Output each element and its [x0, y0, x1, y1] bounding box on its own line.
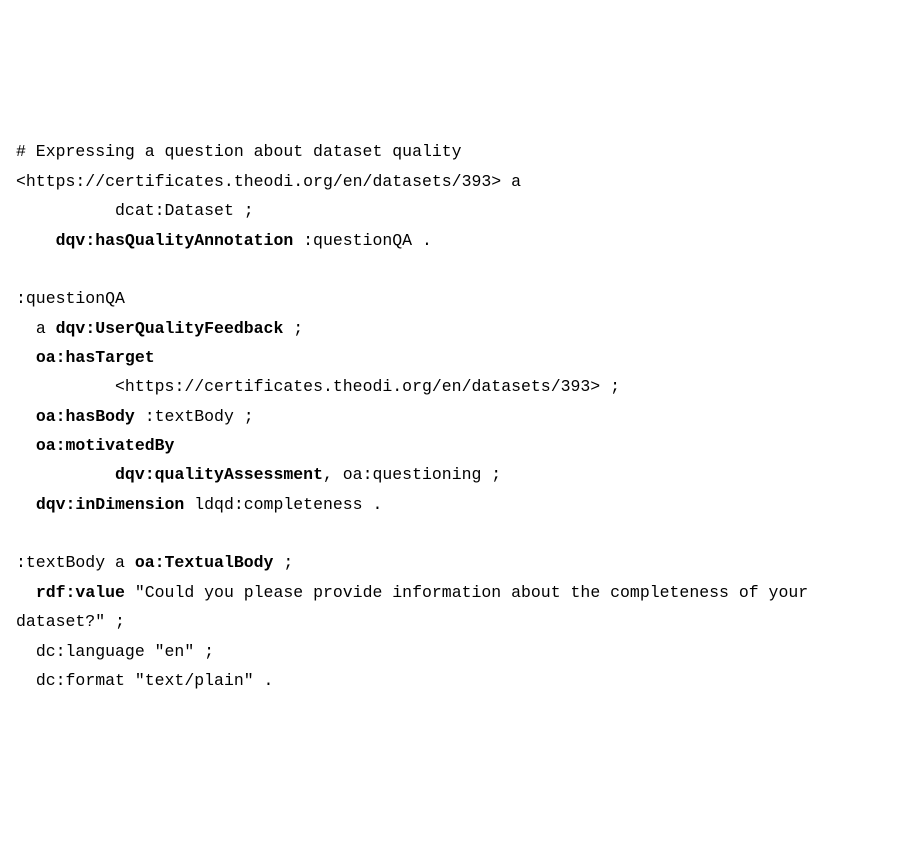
keyword-inDimension: dqv:inDimension — [36, 495, 185, 514]
keyword-hasQualityAnnotation: dqv:hasQualityAnnotation — [56, 231, 294, 250]
code-listing: # Expressing a question about dataset qu… — [16, 137, 886, 695]
code-text: dcat:Dataset ; — [16, 201, 254, 220]
code-text: "Could you please provide information ab… — [16, 583, 818, 631]
keyword-motivatedBy: oa:motivatedBy — [36, 436, 175, 455]
code-text: <https://certificates.theodi.org/en/data… — [16, 172, 521, 191]
code-text: ; — [283, 319, 303, 338]
indent — [16, 495, 36, 514]
code-text: <https://certificates.theodi.org/en/data… — [16, 377, 620, 396]
indent — [16, 436, 36, 455]
indent — [16, 231, 56, 250]
code-text: dc:language "en" ; — [16, 642, 214, 661]
keyword-TextualBody: oa:TextualBody — [135, 553, 274, 572]
indent — [16, 407, 36, 426]
code-text: :textBody a — [16, 553, 135, 572]
code-text: ldqd:completeness . — [184, 495, 382, 514]
indent — [16, 465, 115, 484]
code-text: dc:format "text/plain" . — [16, 671, 273, 690]
keyword-hasBody: oa:hasBody — [36, 407, 135, 426]
keyword-rdfvalue: rdf:value — [36, 583, 125, 602]
indent — [16, 583, 36, 602]
code-text: :questionQA — [16, 289, 125, 308]
code-text: , oa:questioning ; — [323, 465, 501, 484]
code-text: ; — [273, 553, 293, 572]
code-text: :questionQA . — [293, 231, 432, 250]
indent — [16, 348, 36, 367]
keyword-qualityAssessment: dqv:qualityAssessment — [115, 465, 323, 484]
keyword-hasTarget: oa:hasTarget — [36, 348, 155, 367]
indent: a — [16, 319, 56, 338]
code-text: :textBody ; — [135, 407, 254, 426]
keyword-UserQualityFeedback: dqv:UserQualityFeedback — [56, 319, 284, 338]
comment-line: # Expressing a question about dataset qu… — [16, 142, 462, 161]
